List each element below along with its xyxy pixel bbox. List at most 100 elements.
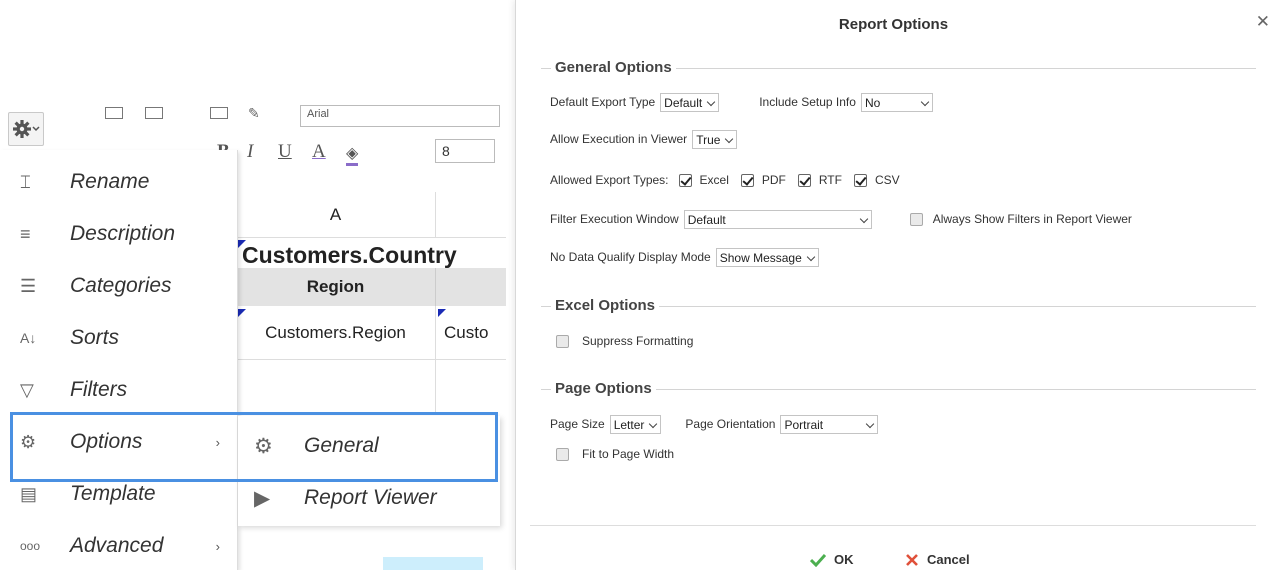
pdf-checkbox[interactable] bbox=[740, 173, 754, 187]
gear-icon bbox=[13, 120, 40, 138]
column-header-a[interactable]: A bbox=[236, 192, 436, 238]
description-icon: ≡ bbox=[20, 223, 31, 244]
menu-item-label: Filters bbox=[70, 378, 128, 401]
italic-button[interactable]: I bbox=[247, 141, 253, 163]
close-icon[interactable]: ✕ bbox=[1256, 12, 1270, 32]
region-header-cell[interactable]: Region bbox=[236, 268, 436, 306]
field-label: Page Size bbox=[550, 417, 605, 431]
region-cell[interactable]: Customers.Region bbox=[236, 306, 436, 360]
checkbox-label: CSV bbox=[874, 173, 900, 187]
menu-item-label: Template bbox=[70, 482, 156, 505]
fit-width-row: Fit to Page Width bbox=[556, 443, 674, 465]
underline-button[interactable]: U bbox=[278, 141, 292, 163]
region-header-cell-2[interactable] bbox=[436, 268, 506, 306]
ok-button[interactable]: OK bbox=[810, 552, 854, 569]
suppress-formatting-row: Suppress Formatting bbox=[556, 330, 693, 352]
empty-cell[interactable] bbox=[236, 360, 436, 412]
allow-execution-select[interactable]: True bbox=[692, 129, 738, 149]
fill-color-icon[interactable]: ◈ bbox=[346, 143, 359, 166]
field-label: Filter Execution Window bbox=[550, 212, 679, 226]
excel-checkbox[interactable] bbox=[678, 173, 692, 187]
image-icon[interactable] bbox=[210, 107, 228, 119]
country-cell[interactable]: Customers.Country bbox=[242, 242, 457, 269]
default-export-type-select[interactable]: Default bbox=[660, 92, 720, 112]
no-data-mode-select[interactable]: Show Message bbox=[715, 247, 819, 267]
menu-item-advanced[interactable]: ooo Advanced › bbox=[0, 520, 238, 570]
excel-options-section: Excel Options bbox=[541, 297, 1256, 315]
section-heading: Page Options bbox=[551, 380, 656, 397]
column-header-b[interactable] bbox=[436, 192, 506, 238]
footer-divider bbox=[530, 525, 1256, 526]
dialog-title: Report Options bbox=[838, 16, 949, 33]
default-export-type-row: Default Export Type Default Include Setu… bbox=[550, 91, 933, 113]
border-icon[interactable] bbox=[105, 107, 123, 119]
field-label: Include Setup Info bbox=[759, 95, 856, 109]
rename-icon: ⌶ bbox=[20, 171, 31, 192]
field-label: Page Orientation bbox=[685, 417, 776, 431]
suppress-formatting-checkbox[interactable] bbox=[556, 334, 569, 348]
chevron-right-icon: › bbox=[215, 538, 220, 554]
checkbox-label: Excel bbox=[699, 173, 729, 187]
checkbox-label: PDF bbox=[761, 173, 786, 187]
allow-execution-row: Allow Execution in Viewer True bbox=[550, 128, 738, 150]
menu-item-filters[interactable]: ▽ Filters bbox=[0, 364, 238, 416]
menu-item-sorts[interactable]: A↓ Sorts bbox=[0, 312, 238, 364]
submenu-item-label: Report Viewer bbox=[304, 486, 437, 509]
ok-label: OK bbox=[834, 552, 854, 567]
sort-az-icon: A↓ bbox=[20, 330, 37, 346]
border-inner-icon[interactable] bbox=[145, 107, 163, 119]
report-options-dialog: Report Options ✕ General Options Default… bbox=[515, 0, 1270, 570]
allowed-export-types-row: Allowed Export Types: Excel PDF RTF CSV bbox=[550, 169, 900, 191]
region-cell-2[interactable]: Custo bbox=[436, 306, 506, 360]
section-heading: Excel Options bbox=[551, 297, 660, 314]
menu-item-description[interactable]: ≡ Description bbox=[0, 208, 238, 260]
paint-brush-icon[interactable]: ✎ bbox=[248, 105, 260, 122]
page-options-section: Page Options bbox=[541, 380, 1256, 398]
filter-window-row: Filter Execution Window Default Always S… bbox=[550, 208, 1132, 230]
menu-item-label: Categories bbox=[70, 274, 172, 297]
menu-item-categories[interactable]: ☰ Categories bbox=[0, 260, 238, 312]
rtf-checkbox[interactable] bbox=[797, 173, 811, 187]
checkbox-label: Always Show Filters in Report Viewer bbox=[932, 212, 1132, 226]
cancel-label: Cancel bbox=[927, 552, 970, 567]
menu-item-label: Description bbox=[70, 222, 176, 245]
menu-item-label: Rename bbox=[70, 170, 150, 193]
csv-checkbox[interactable] bbox=[853, 173, 867, 187]
settings-menu: ⌶ Rename ≡ Description ☰ Categories A↓ S… bbox=[0, 150, 238, 570]
template-icon: ▤ bbox=[20, 483, 38, 504]
font-color-button[interactable]: A bbox=[312, 141, 326, 163]
close-x-icon bbox=[906, 553, 918, 566]
categories-icon: ☰ bbox=[20, 275, 37, 296]
fit-to-page-width-checkbox[interactable] bbox=[556, 447, 569, 461]
checkbox-label: Suppress Formatting bbox=[582, 334, 694, 348]
no-data-row: No Data Qualify Display Mode Show Messag… bbox=[550, 246, 819, 268]
font-size-input[interactable]: 8 bbox=[435, 139, 495, 163]
field-label: Allow Execution in Viewer bbox=[550, 132, 688, 146]
menu-item-rename[interactable]: ⌶ Rename bbox=[0, 156, 238, 208]
filter-window-select[interactable]: Default bbox=[683, 209, 872, 229]
page-size-select[interactable]: Letter bbox=[609, 414, 662, 434]
options-highlight bbox=[10, 412, 498, 482]
menu-item-label: Advanced bbox=[70, 534, 164, 557]
always-show-filters-checkbox[interactable] bbox=[909, 212, 923, 226]
cancel-button[interactable]: Cancel bbox=[905, 552, 970, 569]
field-label: Allowed Export Types: bbox=[550, 173, 669, 187]
play-circle-icon: ▶ bbox=[254, 486, 271, 510]
field-label: Default Export Type bbox=[550, 95, 656, 109]
include-setup-info-select[interactable]: No bbox=[860, 92, 933, 112]
dots-icon: ooo bbox=[20, 539, 41, 553]
filter-icon: ▽ bbox=[20, 379, 34, 400]
report-editor: ✎ Arial B I U A ◈ 8 A Customers.Country … bbox=[0, 0, 515, 570]
general-options-section: General Options bbox=[541, 59, 1256, 77]
checkbox-label: RTF bbox=[818, 173, 842, 187]
checkmark-icon bbox=[810, 553, 826, 567]
page-orientation-select[interactable]: Portrait bbox=[780, 414, 879, 434]
settings-gear-button[interactable] bbox=[8, 112, 44, 146]
selection-block bbox=[383, 557, 483, 570]
font-family-select[interactable]: Arial bbox=[300, 105, 500, 127]
field-label: No Data Qualify Display Mode bbox=[550, 250, 711, 264]
section-heading: General Options bbox=[551, 59, 676, 76]
checkbox-label: Fit to Page Width bbox=[582, 447, 675, 461]
page-size-row: Page Size Letter Page Orientation Portra… bbox=[550, 413, 879, 435]
menu-item-label: Sorts bbox=[70, 326, 120, 349]
